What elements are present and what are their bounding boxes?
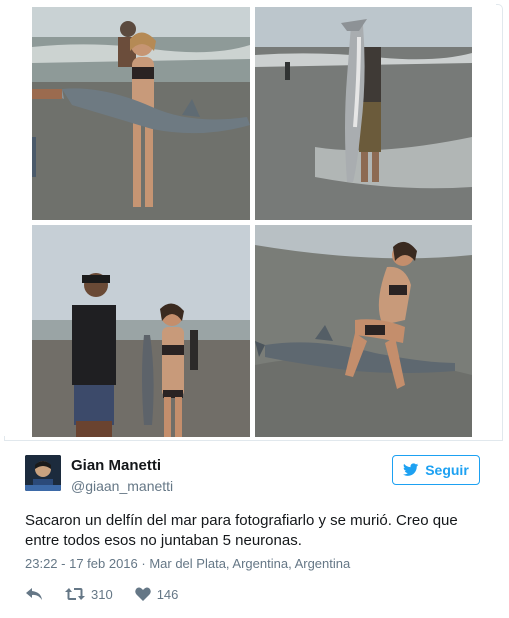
photo-grid [1,1,496,437]
reply-button[interactable] [25,587,43,601]
retweet-icon [65,588,85,600]
meta-separator: · [137,556,150,571]
photo-1[interactable] [32,7,250,220]
tweet-text: Sacaron un delfín del mar para fotografi… [25,512,458,549]
photo-2[interactable] [255,7,472,220]
avatar[interactable] [25,455,61,491]
tweet-actions: 310 146 [25,585,200,603]
like-count: 146 [156,586,179,602]
tweet-meta: 23:22 - 17 feb 2016 · Mar del Plata, Arg… [25,556,350,571]
display-name[interactable]: Gian Manetti [71,457,161,474]
follow-label: Seguir [425,462,469,478]
timestamp[interactable]: 23:22 - 17 feb 2016 [25,556,138,571]
follow-button[interactable]: Seguir [392,455,480,485]
reply-icon [26,588,42,600]
like-button[interactable]: 146 [134,586,179,602]
bird-icon [403,463,419,476]
tweet-body: Gian Manetti @giaan_manetti Seguir Sacar… [4,440,503,612]
heart-icon [134,587,151,601]
user-handle[interactable]: @giaan_manetti [71,478,173,494]
location[interactable]: Mar del Plata, Argentina, Argentina [149,556,350,571]
photo-3[interactable] [32,225,250,437]
retweet-button[interactable]: 310 [65,587,113,602]
retweet-count: 310 [91,586,113,602]
photo-4[interactable] [255,225,472,437]
